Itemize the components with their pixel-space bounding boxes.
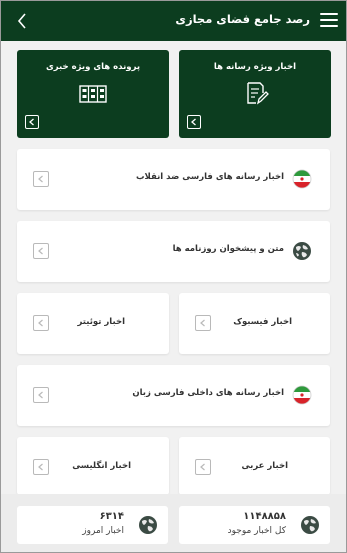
chevron-left-icon	[200, 319, 205, 327]
card-domestic-media[interactable]: اخبار رسانه های داخلی فارسی زبان	[17, 365, 330, 426]
card-label: اخبار توئیتر	[77, 317, 126, 327]
back-button[interactable]	[11, 9, 33, 33]
stat-label: کل اخبار موجود	[227, 526, 286, 536]
tile-arrow-button[interactable]	[25, 115, 39, 129]
chevron-left-icon	[191, 118, 196, 126]
chevron-left-icon	[38, 247, 43, 255]
tile-special-files-label: پرونده های ویژه خبری	[45, 62, 141, 72]
chevron-left-icon	[17, 13, 26, 29]
tile-special-media-news-label: اخبار ویژه رسانه ها	[213, 62, 297, 72]
globe-icon	[293, 242, 311, 260]
stat-total-news: ۱۱۴۸۸۵۸ کل اخبار موجود	[179, 506, 330, 544]
chevron-left-icon	[38, 175, 43, 183]
stat-label: اخبار امروز	[82, 526, 124, 536]
card-arrow-button[interactable]	[33, 387, 49, 403]
tile-arrow-button[interactable]	[187, 115, 201, 129]
card-newspapers[interactable]: متن و پیشخوان روزنامه ها	[17, 221, 330, 282]
card-facebook[interactable]: اخبار فیسبوک	[179, 293, 330, 354]
card-arrow-button[interactable]	[33, 315, 49, 331]
stat-value: ۱۱۴۸۸۵۸	[243, 511, 286, 522]
stat-today-news: ۶۳۱۴ اخبار امروز	[17, 506, 168, 544]
iran-flag-icon	[292, 385, 312, 405]
card-arrow-button[interactable]	[195, 459, 211, 475]
app-screen: رصد جامع فضای مجازی پرونده های ویژه خبری	[0, 0, 347, 553]
chevron-left-icon	[29, 118, 34, 126]
card-arabic[interactable]: اخبار عربی	[179, 437, 330, 495]
card-label: اخبار رسانه های فارسی ضد انقلاب	[135, 172, 284, 182]
menu-button[interactable]	[320, 13, 338, 29]
chevron-left-icon	[38, 391, 43, 399]
card-label: متن و پیشخوان روزنامه ها	[172, 244, 284, 254]
card-twitter[interactable]: اخبار توئیتر	[17, 293, 169, 354]
globe-icon	[139, 516, 157, 534]
card-label: اخبار رسانه های داخلی فارسی زبان	[132, 388, 284, 398]
globe-icon	[301, 516, 319, 534]
app-header: رصد جامع فضای مجازی	[1, 1, 346, 41]
card-arrow-button[interactable]	[33, 459, 49, 475]
card-label: اخبار انگلیسی	[72, 461, 131, 471]
folders-icon	[79, 85, 107, 103]
card-english[interactable]: اخبار انگلیسی	[17, 437, 169, 495]
card-label: اخبار عربی	[241, 461, 288, 471]
page-title: رصد جامع فضای مجازی	[175, 12, 310, 26]
tile-special-media-news[interactable]: اخبار ویژه رسانه ها	[179, 50, 331, 138]
card-counter-revolution-media[interactable]: اخبار رسانه های فارسی ضد انقلاب	[17, 149, 330, 210]
card-label: اخبار فیسبوک	[233, 317, 292, 327]
chevron-left-icon	[38, 319, 43, 327]
chevron-left-icon	[38, 463, 43, 471]
card-arrow-button[interactable]	[33, 171, 49, 187]
iran-flag-icon	[292, 169, 312, 189]
tile-special-files[interactable]: پرونده های ویژه خبری	[17, 50, 169, 138]
card-arrow-button[interactable]	[195, 315, 211, 331]
hamburger-icon	[320, 13, 338, 15]
stat-value: ۶۳۱۴	[99, 511, 124, 522]
card-arrow-button[interactable]	[33, 243, 49, 259]
edit-document-icon	[247, 82, 269, 105]
chevron-left-icon	[200, 463, 205, 471]
